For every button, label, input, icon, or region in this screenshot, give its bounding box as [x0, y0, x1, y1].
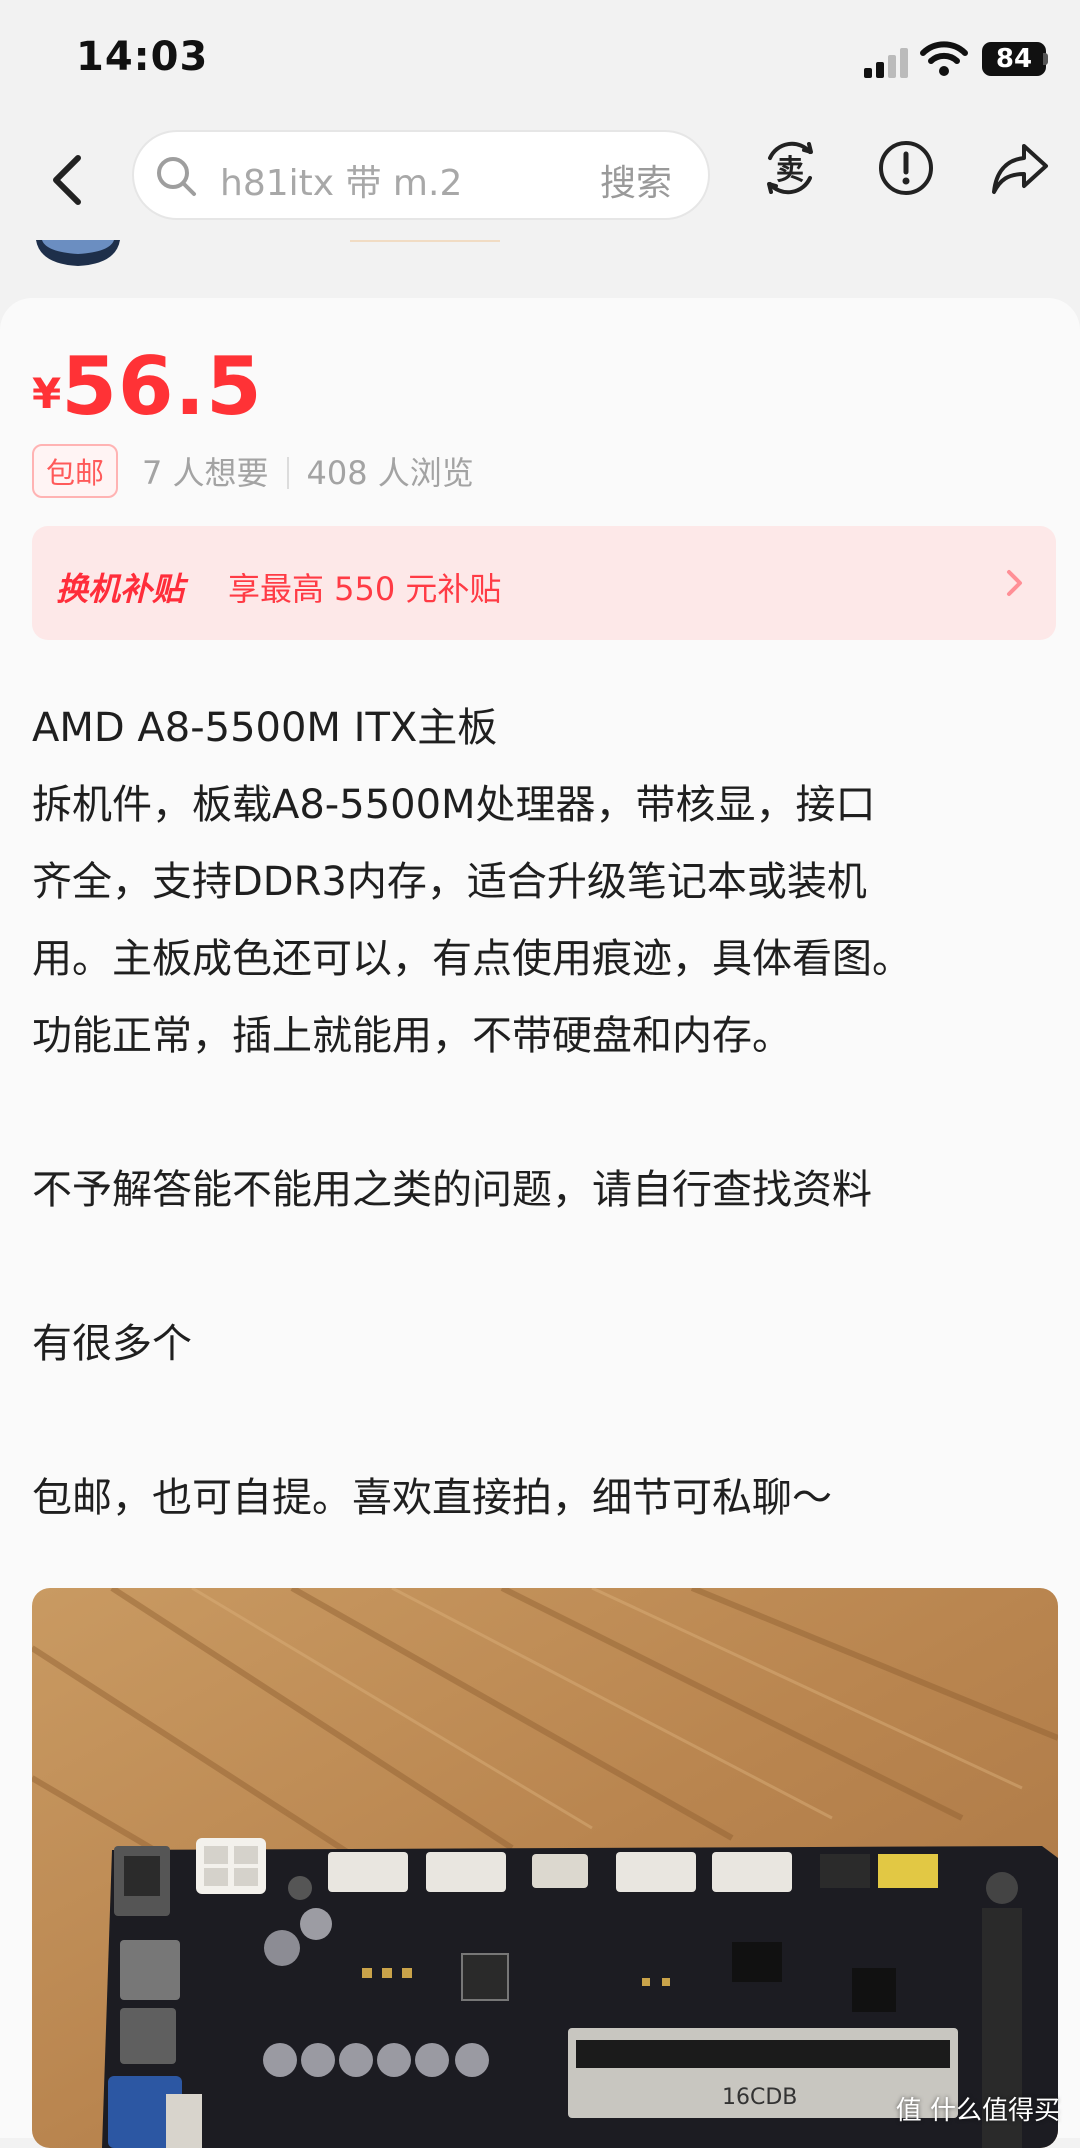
- wants-count: 7 人想要: [142, 454, 269, 492]
- status-bar: 14:03 84: [0, 0, 1080, 120]
- sell-icon[interactable]: 卖: [758, 136, 822, 200]
- nav-bar: h81itx 带 m.2 搜索 卖: [0, 120, 1080, 240]
- free-shipping-badge: 包邮: [32, 444, 119, 498]
- description-line: 有很多个: [32, 1321, 192, 1367]
- description-line: 不予解答能不能用之类的问题，请自行查找资料: [32, 1167, 872, 1213]
- status-time: 14:03: [76, 34, 209, 80]
- price-value: 56.5: [61, 340, 263, 433]
- seller-avatar[interactable]: [36, 240, 120, 266]
- wifi-icon: [920, 41, 968, 76]
- product-photo[interactable]: 16CDB: [32, 1588, 1058, 2148]
- board-label: 16CDB: [722, 2085, 797, 2110]
- description-line: 功能正常，插上就能用，不带硬盘和内存。: [32, 1013, 792, 1059]
- price: ¥56.5: [32, 340, 263, 433]
- search-query: h81itx 带 m.2: [220, 163, 463, 204]
- report-icon[interactable]: [874, 136, 938, 200]
- scroll-indicator: [350, 240, 500, 242]
- svg-text:卖: 卖: [776, 153, 804, 186]
- description-line: AMD A8-5500M ITX主板: [32, 705, 498, 751]
- trade-in-subsidy-banner[interactable]: 换机补贴 享最高 550 元补贴: [32, 526, 1056, 640]
- description-line: 拆机件，板载A8-5500M处理器，带核显，接口: [32, 782, 876, 828]
- subsidy-text: 享最高 550 元补贴: [228, 570, 502, 608]
- chevron-right-icon: [1007, 570, 1022, 596]
- back-icon[interactable]: [40, 150, 100, 210]
- views-count: 408 人浏览: [306, 454, 474, 492]
- description-line: 包邮，也可自提。喜欢直接拍，细节可私聊～: [32, 1475, 832, 1521]
- battery-icon: 84: [982, 42, 1046, 76]
- product-stats: 7 人想要 408 人浏览: [142, 448, 474, 494]
- search-input[interactable]: h81itx 带 m.2 搜索: [132, 130, 710, 220]
- signal-icon: [864, 48, 908, 78]
- watermark: 值 什么值得买: [895, 2096, 1060, 2126]
- search-icon: [157, 157, 196, 196]
- product-description: AMD A8-5500M ITX主板 拆机件，板载A8-5500M处理器，带核显…: [32, 690, 1062, 1537]
- battery-tip: [1043, 53, 1048, 65]
- share-icon[interactable]: [988, 136, 1052, 200]
- subsidy-title: 换机补贴: [56, 570, 185, 608]
- description-line: 齐全，支持DDR3内存，适合升级笔记本或装机: [32, 859, 867, 905]
- currency-symbol: ¥: [32, 369, 62, 418]
- search-button[interactable]: 搜索: [600, 154, 672, 206]
- divider: [286, 457, 289, 489]
- description-line: 用。主板成色还可以，有点使用痕迹，具体看图。: [32, 936, 912, 982]
